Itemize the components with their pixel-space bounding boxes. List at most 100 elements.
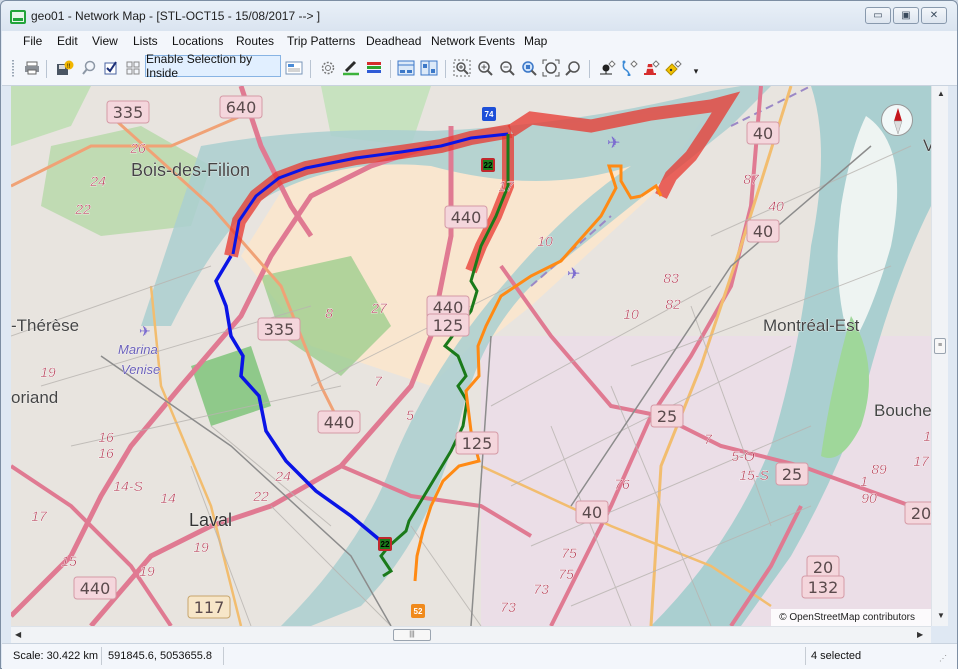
exit-number: 17: [498, 178, 515, 194]
exit-number: 10: [623, 306, 639, 322]
save-filter-icon[interactable]: !!: [55, 58, 75, 78]
menu-deadhead[interactable]: Deadhead: [366, 34, 421, 48]
route-shield: 20: [904, 501, 931, 525]
menu-edit[interactable]: Edit: [57, 34, 78, 48]
search-icon[interactable]: [79, 58, 99, 78]
exit-number: 1: [860, 473, 868, 489]
zoom-box-icon[interactable]: [452, 58, 472, 78]
exit-number: 7: [704, 431, 713, 447]
exit-number: 22: [74, 201, 91, 217]
add-path-icon[interactable]: [619, 58, 639, 78]
add-stop-icon[interactable]: [597, 58, 617, 78]
route-shield: 440: [73, 576, 117, 600]
route-badge[interactable]: 22: [378, 537, 392, 551]
minimize-button[interactable]: ▭: [865, 7, 891, 24]
menu-routes[interactable]: Routes: [236, 34, 274, 48]
menu-locations[interactable]: Locations: [172, 34, 223, 48]
exit-number: 24: [89, 173, 106, 189]
svg-text:20: 20: [813, 558, 833, 577]
resize-grip-icon[interactable]: ⋰: [939, 654, 947, 663]
scroll-down-icon[interactable]: ▼: [937, 611, 945, 620]
place-label: Venise: [121, 362, 160, 377]
route-badge[interactable]: 52: [411, 604, 425, 618]
selection-count: 4 selected: [811, 650, 862, 662]
exit-number: 19: [40, 364, 56, 380]
horizontal-scroll-thumb[interactable]: |||: [393, 629, 431, 641]
exit-number: 26: [129, 140, 146, 156]
toolbar-grip[interactable]: [12, 60, 14, 78]
exit-number: 17: [913, 453, 930, 469]
place-label: Bouche: [874, 401, 931, 420]
svg-text:25: 25: [782, 465, 802, 484]
osm-attribution: © OpenStreetMap contributors: [771, 609, 931, 626]
route-badge[interactable]: 22: [481, 158, 495, 172]
color-bars-icon[interactable]: [364, 58, 384, 78]
svg-text:125: 125: [462, 434, 493, 453]
zoom-in-icon[interactable]: [475, 58, 495, 78]
exit-number: 8: [325, 305, 333, 321]
route-shield: 125: [426, 313, 470, 337]
menu-file[interactable]: File: [23, 34, 42, 48]
checkbox-icon[interactable]: [101, 58, 121, 78]
scroll-right-icon[interactable]: ▶: [917, 630, 923, 639]
exit-number: 19: [139, 563, 155, 579]
zoom-previous-icon[interactable]: [563, 58, 583, 78]
route-shield: 25: [650, 404, 684, 428]
svg-text:335: 335: [264, 320, 295, 339]
menu-trip-patterns[interactable]: Trip Patterns: [287, 34, 355, 48]
exit-number: 75: [558, 566, 574, 582]
route-shield: 25: [775, 462, 809, 486]
place-label: -Thérèse: [11, 316, 79, 335]
airport-icon: ✈: [607, 135, 620, 152]
settings-icon[interactable]: [318, 58, 338, 78]
svg-text:22: 22: [381, 540, 390, 549]
vertical-scrollbar[interactable]: ▲ ≡ ▼: [931, 86, 948, 626]
title-bar: geo01 - Network Map - [STL-OCT15 - 15/08…: [1, 1, 957, 31]
exit-number: 83: [663, 270, 679, 286]
exit-number: 14-S: [113, 478, 143, 494]
close-button[interactable]: ✕: [921, 7, 947, 24]
compass-north-icon[interactable]: [881, 104, 913, 136]
zoom-fit-icon[interactable]: [519, 58, 539, 78]
route-badge[interactable]: 74: [482, 107, 496, 121]
zoom-out-icon[interactable]: [497, 58, 517, 78]
restore-button[interactable]: ▣: [893, 7, 919, 24]
grid-icon[interactable]: [123, 58, 143, 78]
menu-view[interactable]: View: [92, 34, 118, 48]
enable-selection-by-inside-button[interactable]: Enable Selection by Inside: [145, 52, 281, 80]
vertical-scroll-thumb[interactable]: ≡: [934, 338, 946, 354]
menu-lists[interactable]: Lists: [133, 34, 158, 48]
card-icon[interactable]: [284, 58, 304, 78]
map-canvas[interactable]: ✈ ✈ ✈ 335 640 440 440 125 335 440 125 40 40 25 25 40…: [11, 86, 931, 626]
layout-icon[interactable]: [396, 58, 416, 78]
exit-number: 19: [193, 539, 209, 555]
menu-bar: File Edit View Lists Locations Routes Tr…: [2, 31, 957, 52]
scroll-left-icon[interactable]: ◀: [15, 630, 21, 639]
menu-network-events[interactable]: Network Events: [431, 34, 515, 48]
scroll-up-icon[interactable]: ▲: [937, 89, 945, 98]
marina-icon: ✈: [139, 323, 151, 339]
exit-number: 73: [500, 599, 516, 615]
exit-number: 82: [665, 296, 681, 312]
exit-number: 16: [98, 429, 114, 445]
pen-icon[interactable]: [341, 58, 361, 78]
add-tag-icon[interactable]: [663, 58, 683, 78]
exit-number: 89: [871, 461, 887, 477]
svg-text:440: 440: [80, 579, 111, 598]
route-shield: 40: [575, 500, 609, 524]
svg-text:22: 22: [484, 161, 493, 170]
svg-text:74: 74: [485, 110, 494, 119]
airport-icon: ✈: [567, 266, 580, 283]
horizontal-scrollbar[interactable]: ◀ ||| ▶: [11, 626, 931, 643]
network-map-window: geo01 - Network Map - [STL-OCT15 - 15/08…: [0, 0, 958, 669]
svg-text:!!: !!: [67, 64, 71, 70]
add-event-icon[interactable]: [641, 58, 661, 78]
svg-text:440: 440: [324, 413, 355, 432]
overflow-icon[interactable]: ▾: [686, 61, 706, 81]
print-icon[interactable]: [22, 58, 42, 78]
exit-number: 14: [160, 490, 176, 506]
zoom-extent-icon[interactable]: [541, 58, 561, 78]
menu-map[interactable]: Map: [524, 34, 547, 48]
layout-split-icon[interactable]: [419, 58, 439, 78]
route-shield: 40: [746, 219, 780, 243]
